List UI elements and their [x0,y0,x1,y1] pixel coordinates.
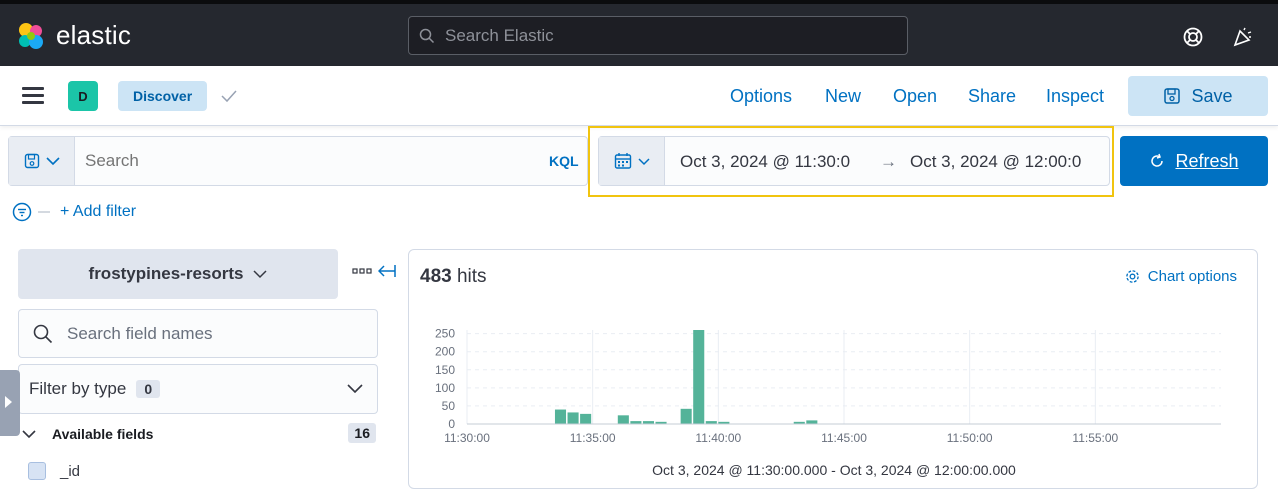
available-fields-count: 16 [348,423,376,443]
global-header: elastic Search Elastic [0,0,1278,66]
filter-row: + Add filter [12,202,136,222]
save-button[interactable]: Save [1128,76,1268,116]
hits-label: hits [456,266,487,287]
filter-by-type-button[interactable]: Filter by type 0 [18,364,378,414]
y-tick-label: 50 [442,399,456,413]
save-icon [1164,88,1181,104]
add-filter-button[interactable]: + Add filter [60,203,136,221]
save-icon [24,153,39,169]
filter-by-type-label: Filter by type [29,379,127,398]
histogram-bar [680,408,692,424]
date-picker: Oct 3, 2024 @ 11:30:0 → Oct 3, 2024 @ 12… [598,136,1110,186]
sidebar-actions [352,264,396,278]
filter-count-badge: 0 [136,380,161,398]
elastic-logo-icon [19,22,43,49]
query-bar: KQL [8,136,588,186]
space-avatar[interactable]: D [68,81,98,111]
divider-icon [38,211,50,213]
index-pattern-selector[interactable]: frostypines-resorts [18,249,338,299]
chart-options-label: Chart options [1147,268,1237,285]
x-tick-label: 11:30:00 [444,431,490,445]
new-link[interactable]: New [825,86,861,107]
inspect-link[interactable]: Inspect [1046,86,1104,107]
start-date[interactable]: Oct 3, 2024 @ 11:30:0 [680,152,850,172]
y-tick-label: 100 [435,381,455,395]
date-range-arrow: → [880,152,897,171]
y-tick-label: 150 [435,363,455,377]
end-date[interactable]: Oct 3, 2024 @ 12:00:0 [910,152,1081,172]
save-label: Save [1191,85,1233,106]
chevron-down-icon [637,157,650,165]
hits-count: 483 [420,266,452,287]
chevron-down-icon [253,270,267,279]
menu-toggle-icon[interactable] [22,87,44,105]
query-search-input[interactable] [85,151,525,171]
field-search-input[interactable]: Search field names [18,309,378,358]
histogram-bar [806,420,818,424]
logo-text: elastic [56,20,132,50]
x-tick-label: 11:45:00 [821,431,867,445]
chevron-down-icon [22,430,36,439]
expand-arrow-icon [5,396,12,408]
x-tick-label: 11:35:00 [570,431,616,445]
histogram-panel: 483 hits Chart options 250 200 150 100 50 0 11… [408,249,1258,489]
y-tick-label: 250 [435,327,455,341]
more-options-icon[interactable] [352,267,372,275]
x-tick-label: 11:50:00 [947,431,993,445]
available-fields-toggle[interactable]: Available fields 16 [22,423,378,443]
field-type-token-icon [28,462,46,480]
chevron-down-icon [347,384,363,393]
share-link[interactable]: Share [968,86,1016,107]
refresh-label: Refresh [1175,150,1239,171]
histogram-bar [617,415,629,424]
breadcrumb-separator-icon [221,90,237,103]
histogram-bar [567,412,579,424]
search-icon [33,324,53,343]
field-name: _id [60,462,81,480]
refresh-icon [1151,153,1164,167]
x-tick-label: 11:55:00 [1072,431,1118,445]
gear-icon [1126,270,1139,283]
side-panel-handle[interactable] [0,370,20,436]
histogram-bar [580,413,592,424]
help-icon[interactable] [1182,26,1204,48]
saved-query-menu-button[interactable] [9,137,75,185]
open-link[interactable]: Open [893,86,937,107]
y-tick-label: 0 [448,417,455,431]
breadcrumb-discover[interactable]: Discover [118,81,208,111]
collapse-sidebar-icon[interactable] [378,264,396,278]
global-search-placeholder: Search Elastic [445,25,554,45]
time-range-caption: Oct 3, 2024 @ 11:30:00.000 - Oct 3, 2024… [652,462,1016,478]
histogram-bar [554,409,567,424]
elastic-logo[interactable]: elastic [16,20,131,51]
histogram-chart[interactable]: 250 200 150 100 50 011:30:00 11:35:00 11:40:00 1… [409,320,1259,455]
app-menu-bar: D Discover Options New Open Share Inspec… [0,66,1278,126]
filter-icon[interactable] [12,202,32,222]
search-icon [419,28,435,43]
field-list-item[interactable]: _id [28,462,80,480]
hits-counter: 483 hits [420,266,487,288]
quick-select-button[interactable] [599,137,665,185]
chevron-down-icon [45,157,60,166]
field-search-placeholder: Search field names [67,323,213,343]
calendar-icon [614,153,631,169]
histogram-bar [693,330,705,424]
chart-options-button[interactable]: Chart options [1125,268,1237,285]
global-search-input[interactable]: Search Elastic [408,16,908,55]
newsfeed-icon[interactable] [1232,26,1254,48]
y-tick-label: 200 [435,345,455,359]
index-pattern-name: frostypines-resorts [88,264,244,283]
available-fields-label: Available fields [52,426,154,442]
query-language-toggle[interactable]: KQL [549,153,579,169]
x-tick-label: 11:40:00 [695,431,741,445]
refresh-button[interactable]: Refresh [1120,136,1268,186]
options-link[interactable]: Options [730,86,792,107]
